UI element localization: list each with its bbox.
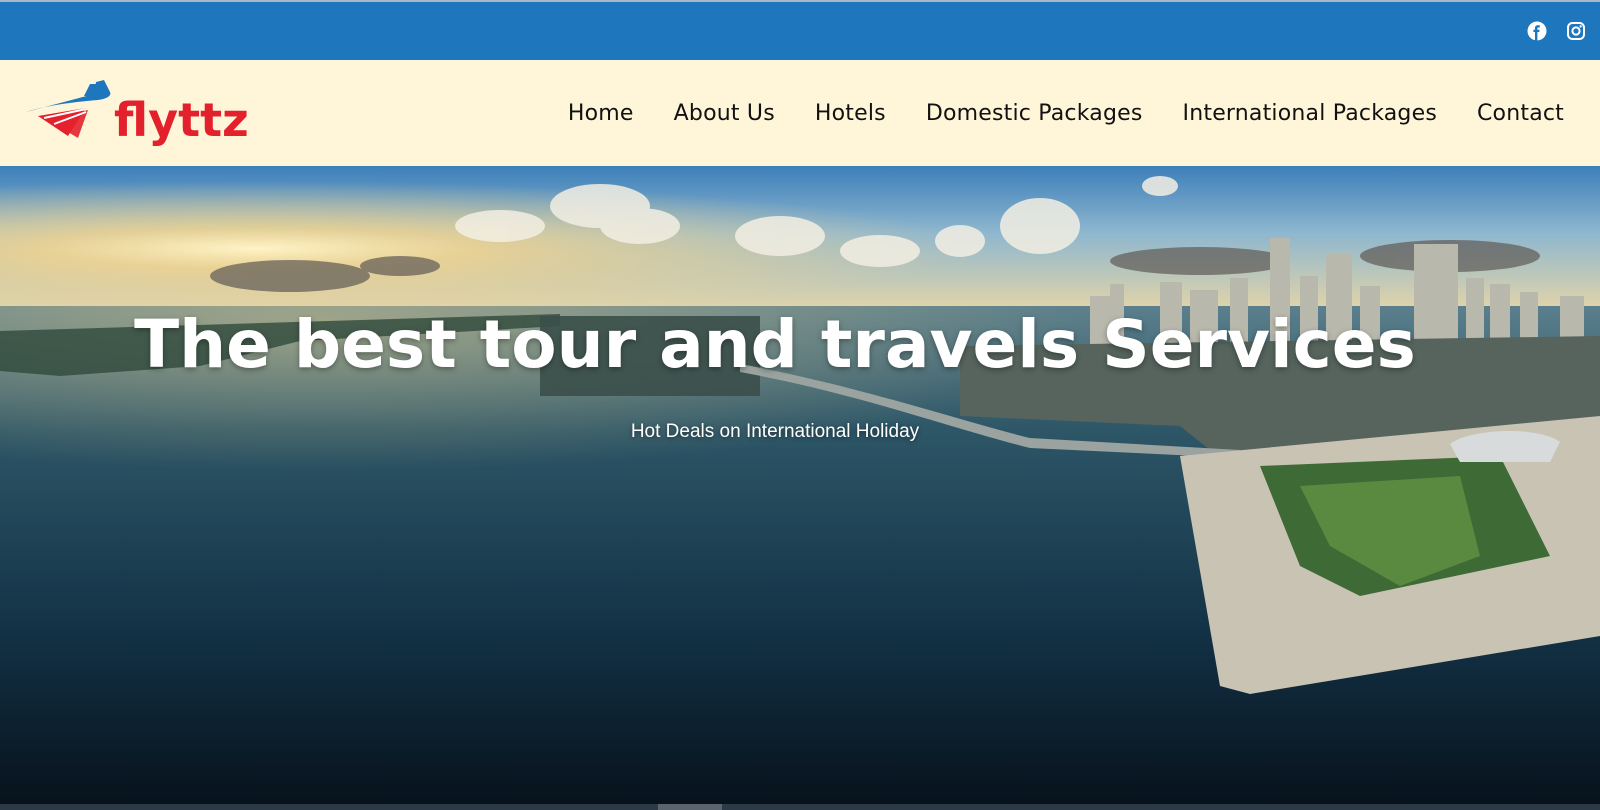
logo-text: flyttz (114, 93, 249, 147)
page: flyttz Home About Us Hotels Domestic Pac… (0, 0, 1600, 810)
hero-city-image (0, 166, 1600, 804)
site-header: flyttz Home About Us Hotels Domestic Pac… (0, 60, 1600, 166)
nav-item-home[interactable]: Home (568, 101, 634, 126)
hero-title: The best tour and travels Services (134, 306, 1416, 383)
nav-item-domestic-packages[interactable]: Domestic Packages (926, 101, 1143, 126)
slider-track (0, 804, 1600, 810)
instagram-link[interactable] (1565, 20, 1587, 42)
facebook-link[interactable] (1526, 20, 1548, 42)
slider-indicator[interactable] (658, 804, 722, 810)
nav-item-contact[interactable]: Contact (1477, 101, 1564, 126)
instagram-icon (1567, 22, 1585, 40)
flyttz-logo[interactable]: flyttz (24, 74, 249, 150)
hero-subtitle: Hot Deals on International Holiday (630, 421, 920, 442)
main-nav: Home About Us Hotels Domestic Packages I… (568, 60, 1564, 166)
top-social-bar (0, 0, 1600, 60)
nav-item-hotels[interactable]: Hotels (815, 101, 886, 126)
facebook-icon (1527, 21, 1547, 41)
nav-item-international-packages[interactable]: International Packages (1183, 101, 1437, 126)
nav-item-about-us[interactable]: About Us (674, 101, 775, 126)
hero-banner: The best tour and travels Services Hot D… (0, 166, 1600, 804)
plane-logo-icon (26, 80, 111, 138)
